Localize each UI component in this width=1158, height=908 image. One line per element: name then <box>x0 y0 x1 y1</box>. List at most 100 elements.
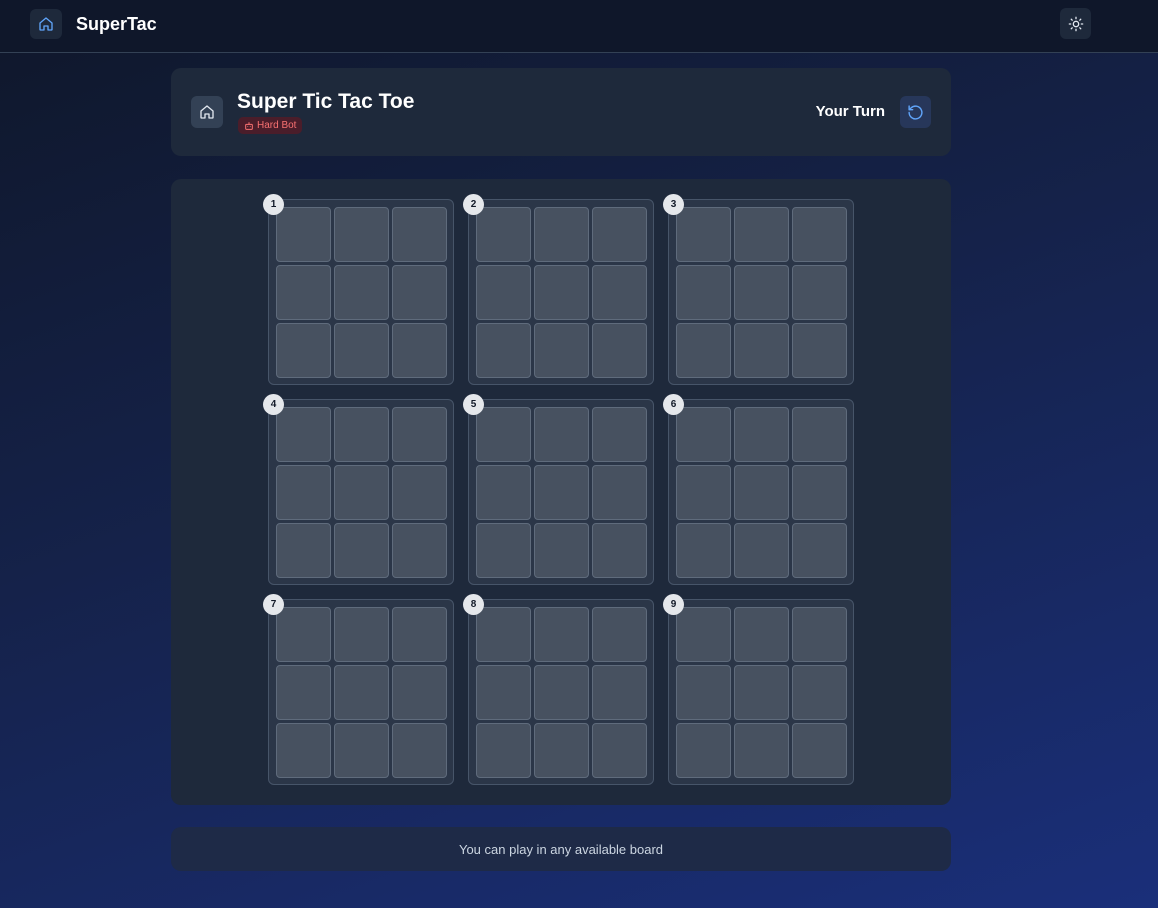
board-cell[interactable] <box>676 465 731 520</box>
board-cell[interactable] <box>334 407 389 462</box>
board-cell[interactable] <box>734 723 789 778</box>
board-cell[interactable] <box>392 607 447 662</box>
reset-game-button[interactable] <box>900 96 931 128</box>
board-cell[interactable] <box>476 407 531 462</box>
board-cell[interactable] <box>276 323 331 378</box>
board-cell[interactable] <box>592 207 647 262</box>
board-cell[interactable] <box>534 607 589 662</box>
board-cell[interactable] <box>792 265 847 320</box>
board-cell[interactable] <box>734 607 789 662</box>
board-cell[interactable] <box>392 523 447 578</box>
board-cell[interactable] <box>334 265 389 320</box>
mini-board: 1 <box>263 194 454 385</box>
board-cell[interactable] <box>592 723 647 778</box>
board-cell[interactable] <box>476 465 531 520</box>
board-cell[interactable] <box>534 465 589 520</box>
mini-board: 6 <box>663 394 854 585</box>
turn-status: Your Turn <box>815 103 885 120</box>
game-title: Super Tic Tac Toe <box>237 90 415 113</box>
board-cell[interactable] <box>592 407 647 462</box>
board-cell[interactable] <box>276 523 331 578</box>
board-cell[interactable] <box>334 207 389 262</box>
board-cell[interactable] <box>476 523 531 578</box>
board-number-badge: 8 <box>463 594 484 615</box>
board-cell[interactable] <box>534 265 589 320</box>
board-cell[interactable] <box>592 323 647 378</box>
board-cell[interactable] <box>392 465 447 520</box>
board-cell[interactable] <box>334 607 389 662</box>
board-cell[interactable] <box>734 323 789 378</box>
board-cell[interactable] <box>476 665 531 720</box>
board-cell[interactable] <box>476 607 531 662</box>
board-cell[interactable] <box>676 523 731 578</box>
board-cell[interactable] <box>792 407 847 462</box>
board-number-badge: 2 <box>463 194 484 215</box>
difficulty-label: Hard Bot <box>257 120 297 131</box>
board-cell[interactable] <box>676 207 731 262</box>
difficulty-badge: Hard Bot <box>238 117 303 134</box>
board-cell[interactable] <box>676 265 731 320</box>
board-cell[interactable] <box>392 723 447 778</box>
board-cell[interactable] <box>476 265 531 320</box>
board-cell[interactable] <box>534 665 589 720</box>
board-cell[interactable] <box>534 207 589 262</box>
board-cell[interactable] <box>334 665 389 720</box>
board-cell[interactable] <box>392 665 447 720</box>
board-cell[interactable] <box>734 523 789 578</box>
board-cell[interactable] <box>792 723 847 778</box>
board-cell[interactable] <box>792 207 847 262</box>
board-cell[interactable] <box>792 465 847 520</box>
board-cell[interactable] <box>334 523 389 578</box>
robot-icon <box>245 121 253 130</box>
board-cell[interactable] <box>676 665 731 720</box>
top-navigation-bar: SuperTac <box>0 0 1158 53</box>
board-cell[interactable] <box>792 607 847 662</box>
board-cell[interactable] <box>792 665 847 720</box>
board-cell[interactable] <box>276 407 331 462</box>
board-cell[interactable] <box>592 523 647 578</box>
board-cell[interactable] <box>676 723 731 778</box>
board-cell[interactable] <box>476 207 531 262</box>
board-cell[interactable] <box>676 407 731 462</box>
board-cell[interactable] <box>734 207 789 262</box>
board-cell[interactable] <box>592 265 647 320</box>
nav-home-button[interactable] <box>30 9 62 39</box>
board-cell[interactable] <box>676 607 731 662</box>
board-cell[interactable] <box>276 465 331 520</box>
board-cell[interactable] <box>534 407 589 462</box>
board-cell[interactable] <box>334 465 389 520</box>
mini-board: 4 <box>263 394 454 585</box>
board-cell[interactable] <box>392 407 447 462</box>
board-cell[interactable] <box>734 407 789 462</box>
board-cell[interactable] <box>676 323 731 378</box>
theme-toggle-button[interactable] <box>1060 8 1091 39</box>
board-cell[interactable] <box>734 465 789 520</box>
board-cell[interactable] <box>534 723 589 778</box>
board-cell[interactable] <box>534 523 589 578</box>
board-cell[interactable] <box>792 323 847 378</box>
board-cell[interactable] <box>592 665 647 720</box>
board-cell[interactable] <box>276 723 331 778</box>
mini-board: 3 <box>663 194 854 385</box>
board-cell[interactable] <box>334 323 389 378</box>
board-cell[interactable] <box>734 665 789 720</box>
board-cell[interactable] <box>734 265 789 320</box>
back-home-button[interactable] <box>191 96 223 128</box>
board-cell[interactable] <box>392 323 447 378</box>
board-cell[interactable] <box>276 607 331 662</box>
board-number-badge: 1 <box>263 194 284 215</box>
board-cell[interactable] <box>592 465 647 520</box>
board-cell[interactable] <box>476 323 531 378</box>
board-cell[interactable] <box>392 207 447 262</box>
board-cell[interactable] <box>276 665 331 720</box>
board-cell[interactable] <box>334 723 389 778</box>
board-cell[interactable] <box>276 207 331 262</box>
board-cell[interactable] <box>792 523 847 578</box>
board-cell[interactable] <box>592 607 647 662</box>
board-cell[interactable] <box>476 723 531 778</box>
mini-board: 2 <box>463 194 654 385</box>
board-cell[interactable] <box>276 265 331 320</box>
brand-name: SuperTac <box>76 14 157 34</box>
board-cell[interactable] <box>392 265 447 320</box>
board-cell[interactable] <box>534 323 589 378</box>
